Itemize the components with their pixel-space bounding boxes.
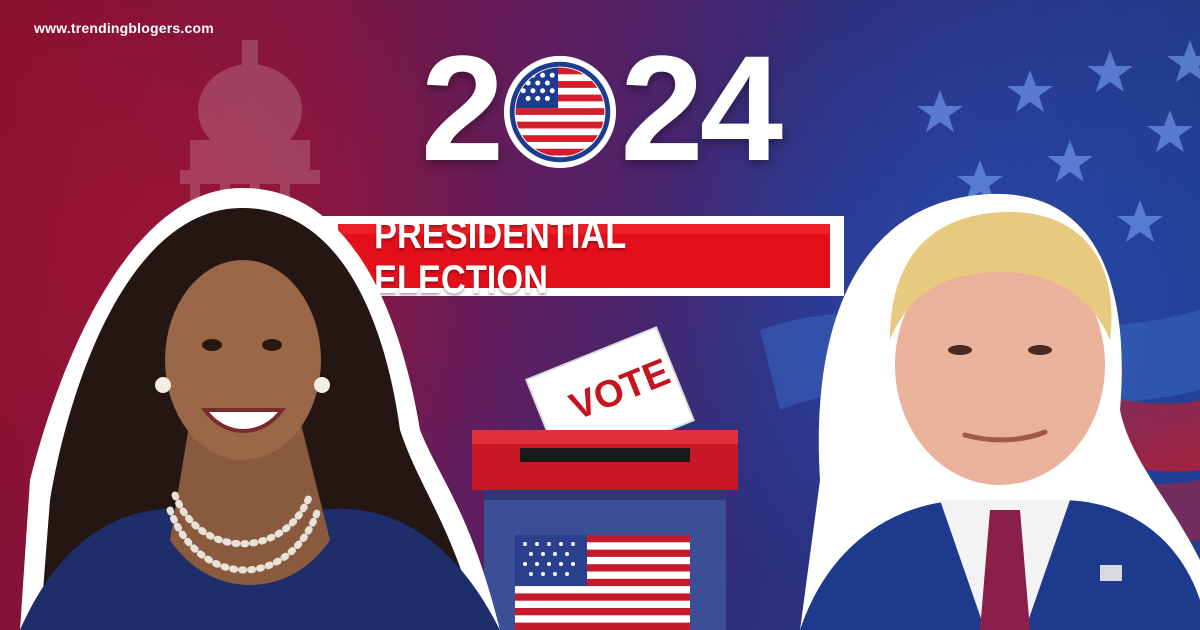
left-candidate-portrait: [20, 187, 500, 630]
election-banner-image: www.trendingblogers.com 2 24 PRESIDENTIA…: [0, 0, 1200, 630]
us-flag-circle-icon: [504, 55, 617, 169]
year-digits-right: 24: [620, 24, 783, 192]
right-candidate-portrait: [800, 193, 1200, 630]
year-headline: 2 24: [380, 28, 820, 188]
year-digit-left: 2: [420, 24, 504, 192]
website-watermark: www.trendingblogers.com: [34, 20, 214, 36]
